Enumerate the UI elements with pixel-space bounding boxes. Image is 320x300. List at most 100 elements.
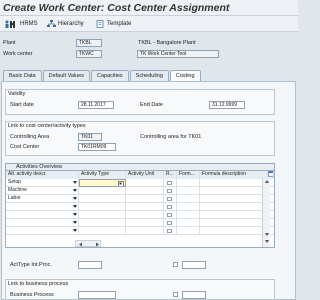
column-header-alt-activity[interactable]: Alt. activity descr.: [6, 171, 79, 179]
workcenter-description-field[interactable]: TK Work Center Tool: [137, 50, 219, 58]
table-row: [6, 203, 274, 211]
formula-cell[interactable]: [177, 179, 200, 187]
activity-type-cell[interactable]: [79, 203, 126, 211]
alt-activity-cell[interactable]: Machine: [6, 187, 79, 195]
activity-unit-cell[interactable]: [126, 179, 164, 187]
alt-activity-cell[interactable]: [6, 219, 79, 227]
table-row: Labor: [6, 195, 274, 203]
plant-field[interactable]: TKBL: [76, 39, 102, 47]
scroll-right-icon[interactable]: [96, 242, 99, 247]
tab-basic-data[interactable]: Basic Data: [3, 70, 42, 81]
dropdown-arrow-icon[interactable]: [73, 221, 77, 224]
business-process-checkbox[interactable]: [173, 292, 178, 297]
activity-type-cell[interactable]: [79, 187, 126, 195]
formula-cell[interactable]: [177, 203, 200, 211]
alt-activity-cell[interactable]: [6, 227, 79, 235]
column-header-r[interactable]: R...: [164, 171, 177, 179]
dropdown-arrow-icon[interactable]: [73, 197, 77, 200]
r-cell[interactable]: [164, 187, 177, 195]
r-cell[interactable]: [164, 203, 177, 211]
tab-default-values[interactable]: Default Values: [42, 70, 90, 81]
dropdown-arrow-icon[interactable]: [73, 181, 77, 184]
r-cell[interactable]: [164, 179, 177, 187]
column-header-activity-unit[interactable]: Activity Unit: [126, 171, 164, 179]
tab-scheduling[interactable]: Scheduling: [129, 70, 169, 81]
checkbox[interactable]: [167, 204, 172, 209]
template-icon: [96, 20, 105, 28]
formula-cell[interactable]: [177, 187, 200, 195]
formula-cell[interactable]: [177, 219, 200, 227]
acttype-int-proc-label: ActType Int.Proc.: [10, 262, 52, 268]
alt-activity-cell[interactable]: Setup: [6, 179, 79, 187]
activity-unit-cell[interactable]: [126, 219, 164, 227]
activity-type-cell[interactable]: [79, 219, 126, 227]
business-process-field[interactable]: [78, 291, 116, 299]
business-process-title: Link to business process: [8, 281, 69, 287]
scroll-up-icon[interactable]: [265, 180, 269, 183]
column-header-activity-type[interactable]: Activity Type: [79, 171, 126, 179]
checkbox[interactable]: [167, 196, 172, 201]
table-row: [6, 211, 274, 219]
activity-unit-cell[interactable]: [126, 195, 164, 203]
value-help-icon[interactable]: [118, 180, 124, 187]
end-date-field[interactable]: 31.12.9999: [209, 101, 245, 109]
activity-type-cell[interactable]: [79, 195, 126, 203]
scroll-bottom-icon[interactable]: [265, 240, 269, 243]
activity-unit-cell[interactable]: [126, 187, 164, 195]
table-row: [6, 219, 274, 227]
business-process-secondary-field[interactable]: [182, 291, 206, 299]
checkbox[interactable]: [167, 180, 172, 185]
formula-cell[interactable]: [177, 227, 200, 235]
activity-unit-cell[interactable]: [126, 211, 164, 219]
people-icon: [4, 20, 15, 28]
activity-unit-cell[interactable]: [126, 227, 164, 235]
r-cell[interactable]: [164, 219, 177, 227]
tab-costing[interactable]: Costing: [169, 70, 201, 81]
checkbox[interactable]: [167, 212, 172, 217]
tab-capacities[interactable]: Capacities: [90, 70, 129, 81]
acttype-checkbox[interactable]: [173, 262, 178, 267]
r-cell[interactable]: [164, 211, 177, 219]
activity-type-cell[interactable]: [79, 211, 126, 219]
alt-activity-cell[interactable]: [6, 203, 79, 211]
formula-cell[interactable]: [177, 211, 200, 219]
column-header-formula-description[interactable]: Formula description: [200, 171, 268, 179]
column-header-formula[interactable]: Form...: [177, 171, 200, 179]
alt-activity-text: Setup: [8, 179, 22, 185]
r-cell[interactable]: [164, 227, 177, 235]
formula-cell[interactable]: [177, 195, 200, 203]
business-process-label: Business Process: [10, 292, 54, 298]
acttype-int-proc-field[interactable]: [78, 261, 102, 269]
table-horizontal-scrollbar[interactable]: [75, 240, 101, 247]
r-cell[interactable]: [164, 195, 177, 203]
alt-activity-text: Machine: [8, 187, 27, 193]
checkbox[interactable]: [167, 228, 172, 233]
formula-description-cell: [200, 203, 268, 211]
cost-center-field[interactable]: TK01RM09: [78, 143, 116, 151]
activity-unit-cell[interactable]: [126, 203, 164, 211]
scroll-down-icon[interactable]: [265, 233, 269, 236]
activity-type-cell[interactable]: [79, 227, 126, 235]
start-date-field[interactable]: 28.11.2017: [78, 101, 114, 109]
workcenter-label: Work center: [3, 51, 33, 57]
hrms-label: HRMS: [20, 21, 38, 27]
dropdown-arrow-icon[interactable]: [73, 205, 77, 208]
workcenter-field[interactable]: TKWC: [76, 50, 102, 58]
scroll-left-icon[interactable]: [79, 242, 82, 247]
template-button[interactable]: Template: [96, 19, 131, 29]
title-bar: Create Work Center: Cost Center Assignme…: [0, 0, 298, 16]
dropdown-arrow-icon[interactable]: [73, 213, 77, 216]
table-vertical-scrollbar[interactable]: [262, 178, 270, 247]
alt-activity-cell[interactable]: Labor: [6, 195, 79, 203]
hierarchy-button[interactable]: Hierarchy: [47, 19, 84, 29]
activity-type-cell[interactable]: [79, 179, 126, 187]
dropdown-arrow-icon[interactable]: [73, 229, 77, 232]
checkbox[interactable]: [167, 220, 172, 225]
hrms-button[interactable]: HRMS: [4, 19, 38, 29]
acttype-secondary-field[interactable]: [182, 261, 206, 269]
checkbox[interactable]: [167, 188, 172, 193]
dropdown-arrow-icon[interactable]: [73, 189, 77, 192]
hierarchy-icon: [47, 20, 56, 28]
controlling-area-field[interactable]: TK01: [78, 133, 102, 141]
alt-activity-cell[interactable]: [6, 211, 79, 219]
